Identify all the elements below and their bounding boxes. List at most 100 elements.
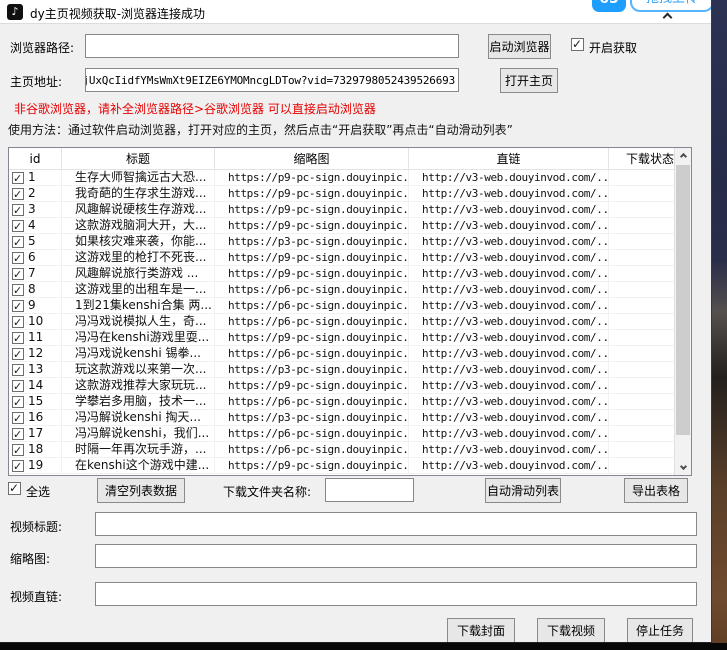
table-row[interactable]: 13 玩这款游戏以来第一次... https://p3-pc-sign.douy… [9, 362, 674, 378]
row-status [609, 410, 674, 425]
scrollbar-thumb[interactable] [676, 165, 690, 435]
row-thumbnail-url: https://p6-pc-sign.douyinpic... [215, 298, 409, 313]
window-title: dy主页视频获取-浏览器连接成功 [30, 5, 205, 22]
table-row[interactable]: 18 时隔一年再次玩手游，... https://p6-pc-sign.douy… [9, 442, 674, 458]
browser-path-label: 浏览器路径: [10, 39, 74, 56]
scroll-down-icon[interactable] [675, 458, 691, 475]
select-all-checkbox[interactable] [8, 482, 21, 495]
row-checkbox[interactable] [12, 268, 24, 280]
table-row[interactable]: 5 如果核灾难来袭，你能... https://p3-pc-sign.douyi… [9, 234, 674, 250]
row-checkbox[interactable] [12, 252, 24, 264]
table-row[interactable]: 8 这游戏里的出租车是一... https://p6-pc-sign.douyi… [9, 282, 674, 298]
video-title-label: 视频标题: [10, 518, 62, 535]
row-status [609, 346, 674, 361]
column-header-thumbnail[interactable]: 缩略图 [215, 148, 409, 169]
row-status [609, 394, 674, 409]
download-folder-label: 下载文件夹名称: [223, 483, 311, 500]
row-checkbox[interactable] [12, 380, 24, 392]
enable-capture-checkbox[interactable] [571, 38, 584, 51]
table-row[interactable]: 15 学攀岩多用脑，技术一... https://p6-pc-sign.douy… [9, 394, 674, 410]
table-row[interactable]: 11 冯冯在kenshi游戏里耍... https://p9-pc-sign.d… [9, 330, 674, 346]
row-checkbox[interactable] [12, 348, 24, 360]
usage-instructions: 使用方法：通过软件启动浏览器，打开对应的主页，然后点击“开启获取”再点击“自动滑… [8, 121, 513, 138]
row-id: 19 [28, 458, 43, 473]
row-direct-url: http://v3-web.douyinvod.com/... [409, 362, 609, 377]
launch-browser-button[interactable]: 启动浏览器 [488, 34, 551, 59]
row-direct-url: http://v3-web.douyinvod.com/... [409, 314, 609, 329]
clear-list-button[interactable]: 清空列表数据 [97, 478, 185, 503]
row-checkbox[interactable] [12, 172, 24, 184]
row-checkbox[interactable] [12, 236, 24, 248]
table-row[interactable]: 12 冯冯戏说kenshi 锡拳... https://p6-pc-sign.d… [9, 346, 674, 362]
row-checkbox[interactable] [12, 316, 24, 328]
table-row[interactable]: 2 我奇葩的生存求生游戏... https://p9-pc-sign.douyi… [9, 186, 674, 202]
table-row[interactable]: 16 冯冯解说kenshi 掏天... https://p3-pc-sign.d… [9, 410, 674, 426]
column-header-id[interactable]: id [9, 148, 62, 169]
row-checkbox[interactable] [12, 428, 24, 440]
row-checkbox[interactable] [12, 300, 24, 312]
row-checkbox[interactable] [12, 332, 24, 344]
auto-scroll-button[interactable]: 自动滑动列表 [485, 478, 561, 503]
row-checkbox[interactable] [12, 460, 24, 472]
row-direct-url: http://v3-web.douyinvod.com/... [409, 410, 609, 425]
thumbnail-input[interactable] [95, 544, 697, 568]
upload-overlay-widget[interactable]: 65 拖拽上传 [592, 0, 712, 12]
row-title: 风趣解说旅行类游戏 ... [62, 266, 215, 281]
row-id: 16 [28, 410, 43, 425]
row-id: 17 [28, 426, 43, 441]
table-row[interactable]: 3 风趣解说硬核生存游戏... https://p9-pc-sign.douyi… [9, 202, 674, 218]
table-row[interactable]: 10 冯冯戏说模拟人生，奇... https://p6-pc-sign.douy… [9, 314, 674, 330]
row-direct-url: http://v3-web.douyinvod.com/... [409, 394, 609, 409]
column-header-title[interactable]: 标题 [62, 148, 215, 169]
row-direct-url: http://v3-web.douyinvod.com/... [409, 186, 609, 201]
table-row[interactable]: 17 冯冯解说kenshi，我们... https://p6-pc-sign.d… [9, 426, 674, 442]
row-status [609, 314, 674, 329]
row-checkbox[interactable] [12, 220, 24, 232]
row-title: 学攀岩多用脑，技术一... [62, 394, 215, 409]
row-checkbox[interactable] [12, 204, 24, 216]
row-checkbox[interactable] [12, 412, 24, 424]
table-scrollbar[interactable] [674, 148, 691, 475]
row-checkbox[interactable] [12, 188, 24, 200]
desktop-background-right [712, 0, 727, 650]
drag-upload-button[interactable]: 拖拽上传 [630, 0, 712, 12]
table-row[interactable]: 14 这款游戏推荐大家玩玩... https://p9-pc-sign.douy… [9, 378, 674, 394]
stop-task-button[interactable]: 停止任务 [627, 618, 693, 643]
row-direct-url: http://v3-web.douyinvod.com/... [409, 458, 609, 473]
row-id: 3 [28, 202, 36, 217]
row-direct-url: http://v3-web.douyinvod.com/... [409, 266, 609, 281]
download-video-button[interactable]: 下载视频 [537, 618, 605, 643]
row-direct-url: http://v3-web.douyinvod.com/... [409, 346, 609, 361]
table-row[interactable]: 19 在kenshi这个游戏中建... https://p9-pc-sign.d… [9, 458, 674, 474]
video-link-input[interactable] [95, 582, 697, 606]
table-row[interactable]: 1 生存大师智擒远古大恐... https://p9-pc-sign.douyi… [9, 170, 674, 186]
row-checkbox[interactable] [12, 396, 24, 408]
row-direct-url: http://v3-web.douyinvod.com/... [409, 298, 609, 313]
row-status [609, 442, 674, 457]
row-id: 8 [28, 282, 36, 297]
export-table-button[interactable]: 导出表格 [624, 478, 688, 503]
row-id: 18 [28, 442, 43, 457]
row-thumbnail-url: https://p3-pc-sign.douyinpic... [215, 362, 409, 377]
open-homepage-button[interactable]: 打开主页 [500, 68, 558, 93]
browser-path-input[interactable] [85, 34, 459, 58]
table-body: 1 生存大师智擒远古大恐... https://p9-pc-sign.douyi… [9, 170, 674, 475]
row-checkbox[interactable] [12, 284, 24, 296]
row-checkbox[interactable] [12, 444, 24, 456]
home-url-input[interactable]: 5kbqjUxQcIidfYMsWmXt9EIZE6YMOMncgLDTow?v… [85, 68, 459, 92]
column-header-link[interactable]: 直链 [409, 148, 609, 169]
row-checkbox[interactable] [12, 364, 24, 376]
app-icon: ♪ [7, 4, 23, 20]
row-direct-url: http://v3-web.douyinvod.com/... [409, 170, 609, 185]
table-row[interactable]: 4 这款游戏脑洞大开，大... https://p9-pc-sign.douyi… [9, 218, 674, 234]
download-folder-input[interactable] [325, 478, 414, 502]
row-id: 15 [28, 394, 43, 409]
row-thumbnail-url: https://p9-pc-sign.douyinpic... [215, 218, 409, 233]
table-row[interactable]: 9 1到21集kenshi合集 两... https://p6-pc-sign.… [9, 298, 674, 314]
video-title-input[interactable] [95, 512, 697, 536]
table-row[interactable]: 6 这游戏里的枪打不死丧... https://p9-pc-sign.douyi… [9, 250, 674, 266]
upload-badge[interactable]: 65 [592, 0, 626, 12]
download-cover-button[interactable]: 下载封面 [447, 618, 515, 643]
scroll-up-icon[interactable] [675, 148, 691, 165]
table-row[interactable]: 7 风趣解说旅行类游戏 ... https://p9-pc-sign.douyi… [9, 266, 674, 282]
